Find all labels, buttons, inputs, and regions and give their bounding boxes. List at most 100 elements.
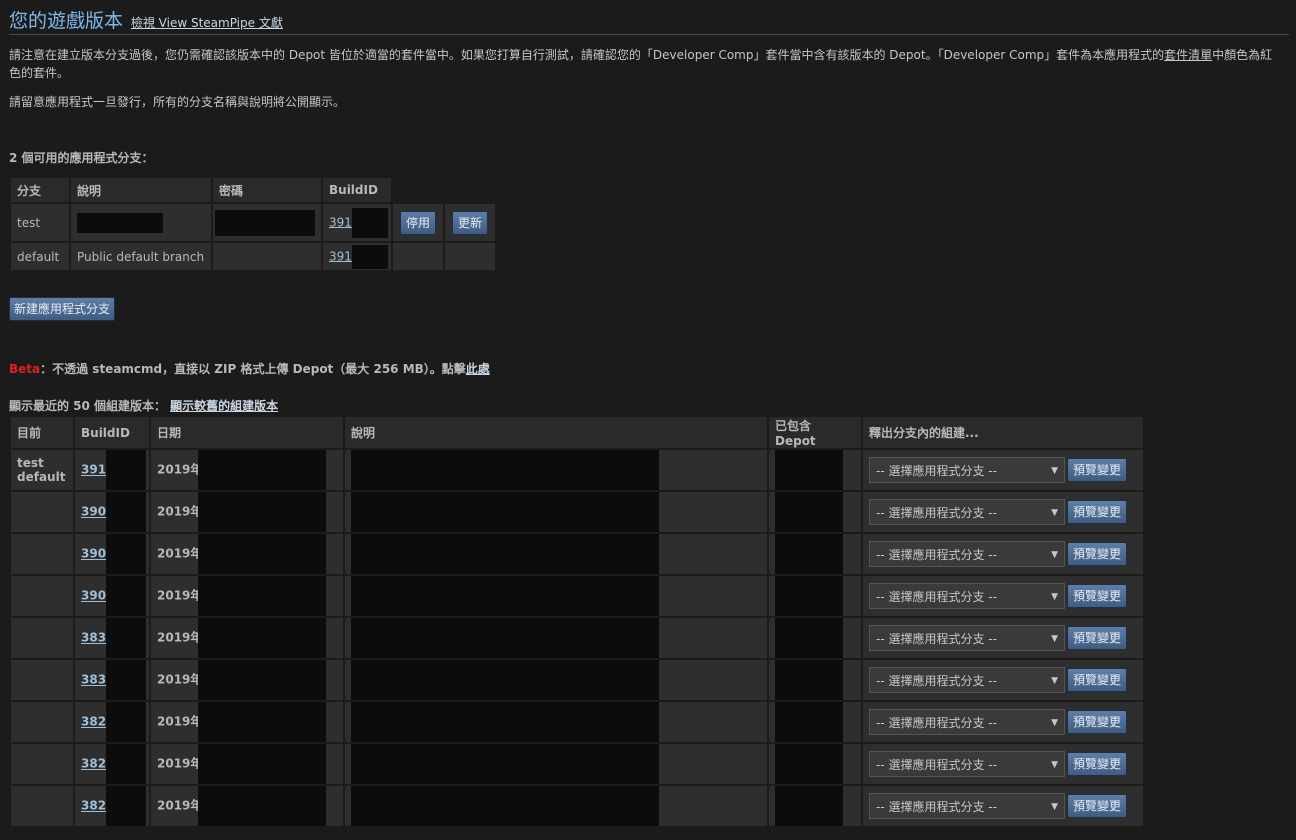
branch-select-value: -- 選擇應用程式分支 --: [876, 758, 997, 772]
update-branch-button[interactable]: 更新: [451, 210, 488, 235]
build-description: [345, 660, 767, 700]
branch-name: test: [11, 204, 69, 241]
build-row: 382 2019年 -- 選擇應用程式分支 -- ▼ 預覽變更: [11, 744, 1143, 784]
redacted-block: [351, 244, 388, 269]
build-id-link[interactable]: 382: [81, 757, 106, 771]
redacted-block: [351, 786, 659, 826]
col-description: 說明: [345, 417, 767, 448]
build-current: [11, 786, 73, 826]
branches-table: 分支 說明 密碼 BuildID test 391 停用 更新 default …: [9, 176, 497, 272]
preview-changes-button[interactable]: 預覽變更: [1067, 500, 1128, 524]
preview-changes-button[interactable]: 預覽變更: [1067, 542, 1128, 566]
build-id-link[interactable]: 383: [81, 673, 106, 687]
col-buildid: BuildID: [323, 178, 391, 202]
build-id-cell: 390: [75, 534, 149, 574]
disable-branch-button[interactable]: 停用: [399, 210, 436, 235]
col-buildid: BuildID: [75, 417, 149, 448]
preview-changes-button[interactable]: 預覽變更: [1067, 752, 1128, 776]
redacted-block: [106, 702, 147, 742]
redacted-block: [106, 744, 147, 784]
build-release-cell: -- 選擇應用程式分支 -- ▼ 預覽變更: [863, 576, 1143, 616]
build-current: [11, 492, 73, 532]
redacted-block: [106, 660, 147, 700]
branch-select-value: -- 選擇應用程式分支 --: [876, 506, 997, 520]
redacted-block: [775, 660, 843, 700]
branch-select[interactable]: -- 選擇應用程式分支 -- ▼: [869, 751, 1065, 777]
branch-select-value: -- 選擇應用程式分支 --: [876, 800, 997, 814]
build-date-cell: 2019年: [151, 786, 343, 826]
preview-changes-button[interactable]: 預覽變更: [1067, 794, 1128, 818]
older-builds-link[interactable]: 顯示較舊的組建版本: [170, 399, 278, 413]
preview-changes-button[interactable]: 預覽變更: [1067, 626, 1128, 650]
build-depots: [769, 618, 861, 658]
redacted-block: [77, 212, 163, 233]
new-branch-button[interactable]: 新建應用程式分支: [9, 297, 116, 321]
redacted-block: [351, 450, 659, 490]
zip-upload-link[interactable]: 此處: [466, 362, 490, 376]
builds-header-row: 目前 BuildID 日期 說明 已包含 Depot 釋出分支內的組建...: [11, 417, 1143, 448]
redacted-block: [775, 786, 843, 826]
redacted-block: [198, 576, 327, 616]
intro-paragraph: 請注意在建立版本分支過後，您仍需確認該版本中的 Depot 皆位於適當的套件當中…: [9, 46, 1279, 82]
build-row: 382 2019年 -- 選擇應用程式分支 -- ▼ 預覽變更: [11, 702, 1143, 742]
build-id-link[interactable]: 383: [81, 631, 106, 645]
build-current: [11, 744, 73, 784]
build-id-link[interactable]: 391: [81, 463, 106, 477]
col-current: 目前: [11, 417, 73, 448]
preview-changes-button[interactable]: 預覽變更: [1067, 710, 1128, 734]
package-list-link[interactable]: 套件清單: [1164, 48, 1212, 62]
redacted-block: [106, 618, 147, 658]
beta-text: ：不透過 steamcmd，直接以 ZIP 格式上傳 Depot（最大 256 …: [40, 362, 466, 376]
branch-buildid-cell: 391: [323, 204, 391, 241]
build-date: 2019年: [157, 714, 203, 729]
branch-select[interactable]: -- 選擇應用程式分支 -- ▼: [869, 457, 1065, 483]
buildid-link[interactable]: 391: [329, 215, 352, 229]
build-current: test default: [11, 450, 73, 490]
branch-select[interactable]: -- 選擇應用程式分支 -- ▼: [869, 499, 1065, 525]
chevron-down-icon: ▼: [1051, 634, 1058, 644]
preview-changes-button[interactable]: 預覽變更: [1067, 458, 1128, 482]
recent-builds-label: 顯示最近的 50 個組建版本：: [9, 399, 167, 413]
branch-select-value: -- 選擇應用程式分支 --: [876, 674, 997, 688]
redacted-block: [198, 618, 327, 658]
build-date: 2019年: [157, 798, 203, 813]
build-id-cell: 382: [75, 702, 149, 742]
branch-select[interactable]: -- 選擇應用程式分支 -- ▼: [869, 709, 1065, 735]
steampipe-doc-link[interactable]: 檢視 View SteamPipe 文獻: [131, 16, 283, 30]
branch-select[interactable]: -- 選擇應用程式分支 -- ▼: [869, 625, 1065, 651]
beta-tag: Beta: [9, 362, 41, 376]
build-id-cell: 383: [75, 618, 149, 658]
preview-changes-button[interactable]: 預覽變更: [1067, 584, 1128, 608]
branch-select[interactable]: -- 選擇應用程式分支 -- ▼: [869, 541, 1065, 567]
branches-header-row: 分支 說明 密碼 BuildID: [11, 178, 495, 202]
branch-description: Public default branch: [71, 243, 211, 270]
branch-description[interactable]: [71, 204, 211, 241]
redacted-block: [198, 492, 327, 532]
buildid-link[interactable]: 391: [329, 249, 352, 263]
build-description: [345, 786, 767, 826]
page-title: 您的遊戲版本: [9, 10, 124, 32]
branch-password: [213, 243, 321, 270]
build-release-cell: -- 選擇應用程式分支 -- ▼ 預覽變更: [863, 534, 1143, 574]
branch-row: test 391 停用 更新: [11, 204, 495, 241]
branch-select[interactable]: -- 選擇應用程式分支 -- ▼: [869, 667, 1065, 693]
branch-password[interactable]: [213, 204, 321, 241]
branch-select[interactable]: -- 選擇應用程式分支 -- ▼: [869, 583, 1065, 609]
build-depots: [769, 492, 861, 532]
branch-select[interactable]: -- 選擇應用程式分支 -- ▼: [869, 793, 1065, 819]
branch-select-value: -- 選擇應用程式分支 --: [876, 716, 997, 730]
build-id-cell: 382: [75, 744, 149, 784]
preview-changes-button[interactable]: 預覽變更: [1067, 668, 1128, 692]
redacted-block: [775, 618, 843, 658]
build-id-link[interactable]: 382: [81, 799, 106, 813]
intro-text: 請注意在建立版本分支過後，您仍需確認該版本中的 Depot 皆位於適當的套件當中…: [9, 48, 1165, 62]
build-id-link[interactable]: 390: [81, 589, 106, 603]
build-depots: [769, 660, 861, 700]
build-release-cell: -- 選擇應用程式分支 -- ▼ 預覽變更: [863, 450, 1143, 490]
build-current: [11, 534, 73, 574]
build-id-link[interactable]: 390: [81, 547, 106, 561]
build-id-link[interactable]: 382: [81, 715, 106, 729]
redacted-block: [198, 534, 327, 574]
recent-builds-heading: 顯示最近的 50 個組建版本： 顯示較舊的組建版本: [9, 397, 278, 414]
build-id-link[interactable]: 390: [81, 505, 106, 519]
